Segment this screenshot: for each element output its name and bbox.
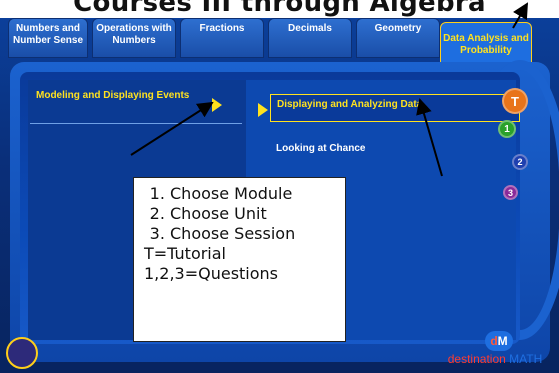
banner-title: Courses III through Algebra [73,0,486,18]
question-3-button[interactable]: 3 [503,185,518,200]
instructions-list: Choose Module Choose Unit Choose Session [144,184,345,244]
logo-wordmark: destination MATH [447,352,543,366]
instruction-step: Choose Session [170,224,345,244]
tab-geometry[interactable]: Geometry [356,18,440,58]
tab-bar: Numbers and Number Sense Operations with… [8,18,553,72]
tutorial-legend: T=Tutorial [144,244,226,263]
tab-decimals[interactable]: Decimals [268,18,352,58]
session-item-looking-at-chance[interactable]: Looking at Chance [276,143,365,154]
tab-operations-with-numbers[interactable]: Operations with Numbers [92,18,176,58]
question-2-button[interactable]: 2 [512,154,528,170]
logo-mark: dM [485,331,513,351]
tab-fractions[interactable]: Fractions [180,18,264,58]
unit-arrow-icon [258,103,268,117]
destination-math-logo: dM destination MATH [448,330,542,366]
module-item-modeling-and-displaying-events[interactable]: Modeling and Displaying Events [30,86,242,124]
instruction-step: Choose Module [170,184,345,204]
tab-numbers-and-number-sense[interactable]: Numbers and Number Sense [8,18,88,58]
module-arrow-icon [212,98,222,112]
instructions-callout: Choose Module Choose Unit Choose Session… [133,177,346,342]
tutorial-button[interactable]: T [502,88,528,114]
question-1-button[interactable]: 1 [498,120,516,138]
home-icon[interactable] [6,337,38,369]
instruction-step: Choose Unit [170,204,345,224]
questions-legend: 1,2,3=Questions [144,264,279,283]
unit-item-displaying-and-analyzing-data[interactable]: Displaying and Analyzing Data [270,94,520,122]
